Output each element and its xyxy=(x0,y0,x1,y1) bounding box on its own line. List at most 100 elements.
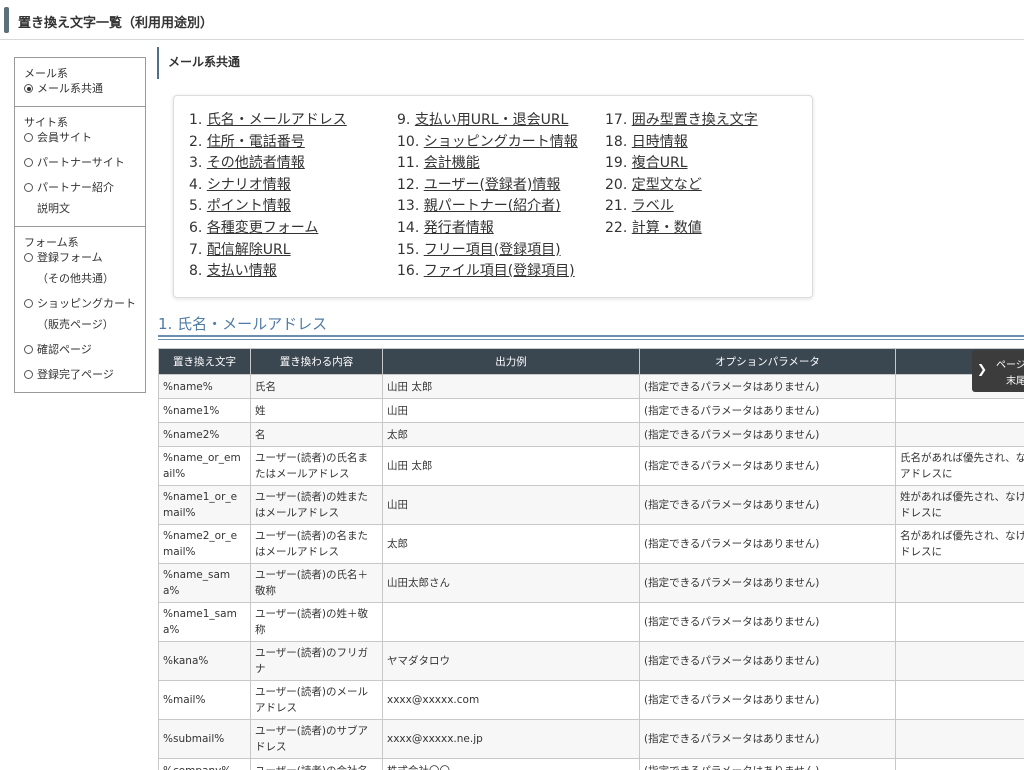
table-row: %name2% 名太郎 (指定できるパラメータはありません) xyxy=(158,422,1024,447)
table-row: %name1_or_email% ユーザー(読者)の姓またはメールアドレス 山田 (指… xyxy=(158,485,1024,525)
table-cell xyxy=(382,602,640,642)
toc-link[interactable]: 親パートナー(紹介者) xyxy=(424,198,561,214)
sidebar-radio-item[interactable]: メール系共通 xyxy=(24,82,145,99)
sidebar-radio-label: 登録フォーム （その他共通） xyxy=(37,251,114,285)
radio-button[interactable] xyxy=(24,133,33,142)
sidebar-radio-label: パートナーサイト xyxy=(37,156,125,169)
sidebar-radio-item[interactable]: パートナーサイト xyxy=(24,156,145,173)
sidebar-radio-label: 登録完了ページ xyxy=(37,368,114,381)
toc-link[interactable]: 支払い情報 xyxy=(207,263,277,279)
toc-item: 21. ラベル xyxy=(605,196,758,218)
category-sidebar: メール系 メール系共通 サイト系 会員サイト パートナーサイト パートナー紹介 説明文 フォ… xyxy=(14,57,146,393)
toc-link[interactable]: ポイント情報 xyxy=(207,198,291,214)
radio-button[interactable] xyxy=(24,299,33,308)
sidebar-radio-item[interactable]: パートナー紹介 説明文 xyxy=(24,181,145,219)
table-row: %name_or_email% ユーザー(読者)の氏名またはメールアドレス 山田 太… xyxy=(158,446,1024,486)
toc-number: 22. xyxy=(605,219,628,236)
table-cell: 株式会社〇〇 xyxy=(382,758,640,770)
toc-link[interactable]: 定型文など xyxy=(632,177,702,193)
column-header: 出力例 xyxy=(382,348,640,375)
radio-button[interactable] xyxy=(24,158,33,167)
table-cell: xxxx@xxxxx.com xyxy=(382,680,640,720)
toc-link[interactable]: シナリオ情報 xyxy=(207,177,291,193)
toc-link[interactable]: ラベル xyxy=(632,198,674,214)
table-cell: 太郎 xyxy=(382,524,640,564)
toc-number: 19. xyxy=(605,155,628,172)
toc-link[interactable]: 住所・電話番号 xyxy=(207,134,305,150)
toc-link[interactable]: 支払い用URL・退会URL xyxy=(415,112,569,128)
page-end-button[interactable]: ❯ ページ 末尾 xyxy=(972,350,1024,392)
toc-link[interactable]: 日時情報 xyxy=(632,134,688,150)
table-cell: %name_sama% xyxy=(158,563,251,603)
table-cell: ユーザー(読者)の姓＋敬称 xyxy=(250,602,383,642)
toc-link[interactable]: 各種変更フォーム xyxy=(207,220,319,236)
table-cell: 山田 xyxy=(382,398,640,423)
table-cell: 山田 xyxy=(382,485,640,525)
toc-item: 3. その他読者情報 xyxy=(189,153,347,175)
table-body: %name% 氏名 山田 太郎 (指定できるパラメータはありません) %name1% 姓山… xyxy=(158,374,1024,770)
toc-link[interactable]: 配信解除URL xyxy=(207,242,291,258)
sidebar-radio-label: メール系共通 xyxy=(37,82,103,95)
toc-link[interactable]: 氏名・メールアドレス xyxy=(207,112,347,128)
table-cell: 山田太郎さん xyxy=(382,563,640,603)
table-cell: (指定できるパラメータはありません) xyxy=(639,602,896,642)
table-cell: 太郎 xyxy=(382,422,640,447)
table-cell: 山田 太郎 xyxy=(382,446,640,486)
page-header: 置き換え文字一覧（利用用途別） xyxy=(0,0,1024,40)
sidebar-radio-item[interactable]: ショッピングカート （販売ページ） xyxy=(24,297,145,335)
chevron-down-icon: ❯ xyxy=(977,362,988,376)
toc-item: 7. 配信解除URL xyxy=(189,240,347,262)
toc-link[interactable]: 計算・数値 xyxy=(632,220,702,236)
column-header: オプションパラメータ xyxy=(639,348,896,375)
toc-link[interactable]: フリー項目(登録項目) xyxy=(424,242,561,258)
toc-link[interactable]: その他読者情報 xyxy=(207,155,305,171)
table-cell: 氏名 xyxy=(250,374,383,399)
subsection-title: 1. 氏名・メールアドレス xyxy=(158,315,328,333)
sidebar-radio-item[interactable]: 会員サイト xyxy=(24,131,145,148)
table-cell: (指定できるパラメータはありません) xyxy=(639,524,896,564)
table-cell xyxy=(895,680,1024,720)
toc-item: 19. 複合URL xyxy=(605,153,758,175)
sidebar-radio-item[interactable]: 確認ページ xyxy=(24,343,145,360)
toc-link[interactable]: ショッピングカート情報 xyxy=(424,134,578,150)
toc-number: 11. xyxy=(397,155,420,172)
table-header-row: 置き換え文字置き換わる内容出力例オプションパラメータ備考 xyxy=(158,348,1024,375)
table-cell: ユーザー(読者)のサブアドレス xyxy=(250,719,383,759)
toc-column-3: 17. 囲み型置き換え文字 18. 日時情報 19. 複合URL 20. 定型文など 2… xyxy=(605,110,758,240)
toc-link[interactable]: ユーザー(登録者)情報 xyxy=(424,177,561,193)
table-cell: 名があれば優先され、なければメールアドレスに xyxy=(895,524,1024,564)
table-cell: 名 xyxy=(250,422,383,447)
radio-button[interactable] xyxy=(24,253,33,262)
table-cell xyxy=(895,641,1024,681)
radio-button[interactable] xyxy=(24,183,33,192)
toc-link[interactable]: 発行者情報 xyxy=(424,220,494,236)
toc-link[interactable]: ファイル項目(登録項目) xyxy=(424,263,575,279)
radio-button[interactable] xyxy=(24,370,33,379)
toc-item: 9. 支払い用URL・退会URL xyxy=(397,110,578,132)
toc-item: 8. 支払い情報 xyxy=(189,261,347,283)
toc-number: 17. xyxy=(605,112,628,128)
table-cell: %name2_or_email% xyxy=(158,524,251,564)
sidebar-radio-item[interactable]: 登録フォーム （その他共通） xyxy=(24,251,145,289)
toc-link[interactable]: 複合URL xyxy=(632,155,688,171)
table-cell: %submail% xyxy=(158,719,251,759)
toc-link[interactable]: 囲み型置き換え文字 xyxy=(632,112,758,128)
toc-number: 4. xyxy=(189,176,203,193)
table-cell: (指定できるパラメータはありません) xyxy=(639,563,896,603)
table-cell: ユーザー(読者)のメールアドレス xyxy=(250,680,383,720)
sidebar-radio-label: 会員サイト xyxy=(37,131,92,144)
sidebar-radio-label: 確認ページ xyxy=(37,343,92,356)
radio-button[interactable] xyxy=(24,84,33,93)
toc-link[interactable]: 会計機能 xyxy=(424,155,480,171)
table-cell: 姓 xyxy=(250,398,383,423)
sidebar-radio-item[interactable]: 登録完了ページ xyxy=(24,368,145,385)
table-cell: ユーザー(読者)の氏名＋敬称 xyxy=(250,563,383,603)
table-cell: (指定できるパラメータはありません) xyxy=(639,680,896,720)
toc-item: 5. ポイント情報 xyxy=(189,196,347,218)
table-row: %name% 氏名 山田 太郎 (指定できるパラメータはありません) xyxy=(158,374,1024,399)
table-cell: ユーザー(読者)のフリガナ xyxy=(250,641,383,681)
radio-button[interactable] xyxy=(24,345,33,354)
table-row: %company%ユーザー(読者)の会社名株式会社〇〇(指定できるパラメータはあ… xyxy=(158,758,1024,770)
table-cell: 姓があれば優先され、なければメールアドレスに xyxy=(895,485,1024,525)
table-cell: 山田 太郎 xyxy=(382,374,640,399)
